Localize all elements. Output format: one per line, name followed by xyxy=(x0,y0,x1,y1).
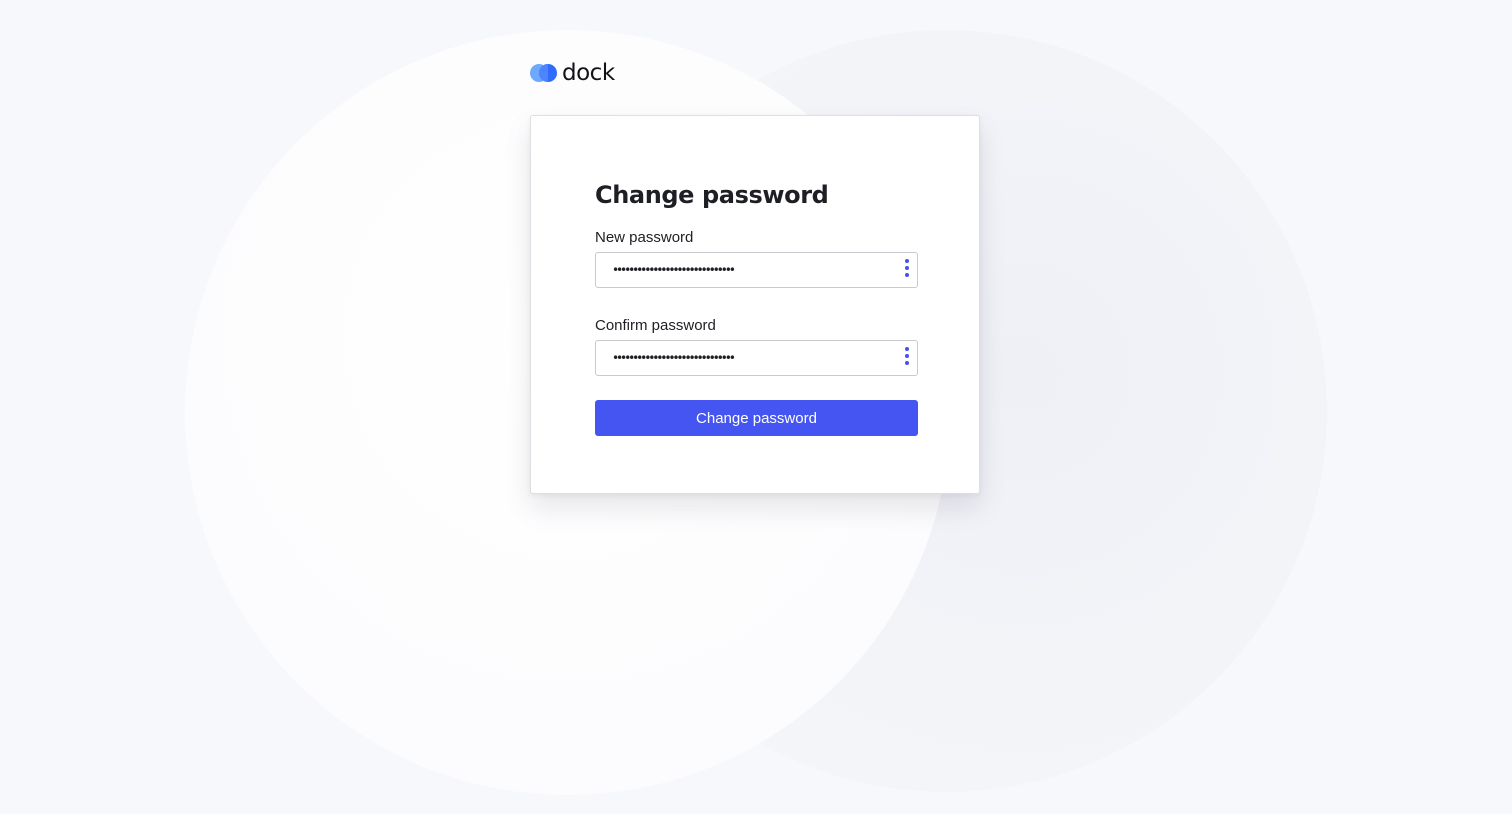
brand-name: dock xyxy=(562,60,615,86)
change-password-button[interactable]: Change password xyxy=(595,400,918,436)
confirm-password-field-wrapper xyxy=(595,340,918,376)
kebab-menu-icon[interactable] xyxy=(903,346,911,370)
brand-logo: dock xyxy=(530,60,615,86)
confirm-password-input[interactable] xyxy=(596,341,892,375)
new-password-field-wrapper xyxy=(595,252,918,288)
change-password-form: Change password New password Confirm pas… xyxy=(595,180,918,436)
dock-logo-icon xyxy=(530,63,558,83)
new-password-label: New password xyxy=(595,229,694,246)
change-password-card: Change password New password Confirm pas… xyxy=(530,115,980,494)
page-title: Change password xyxy=(595,181,829,209)
kebab-menu-icon[interactable] xyxy=(903,258,911,282)
new-password-input[interactable] xyxy=(596,253,892,287)
confirm-password-label: Confirm password xyxy=(595,317,716,334)
